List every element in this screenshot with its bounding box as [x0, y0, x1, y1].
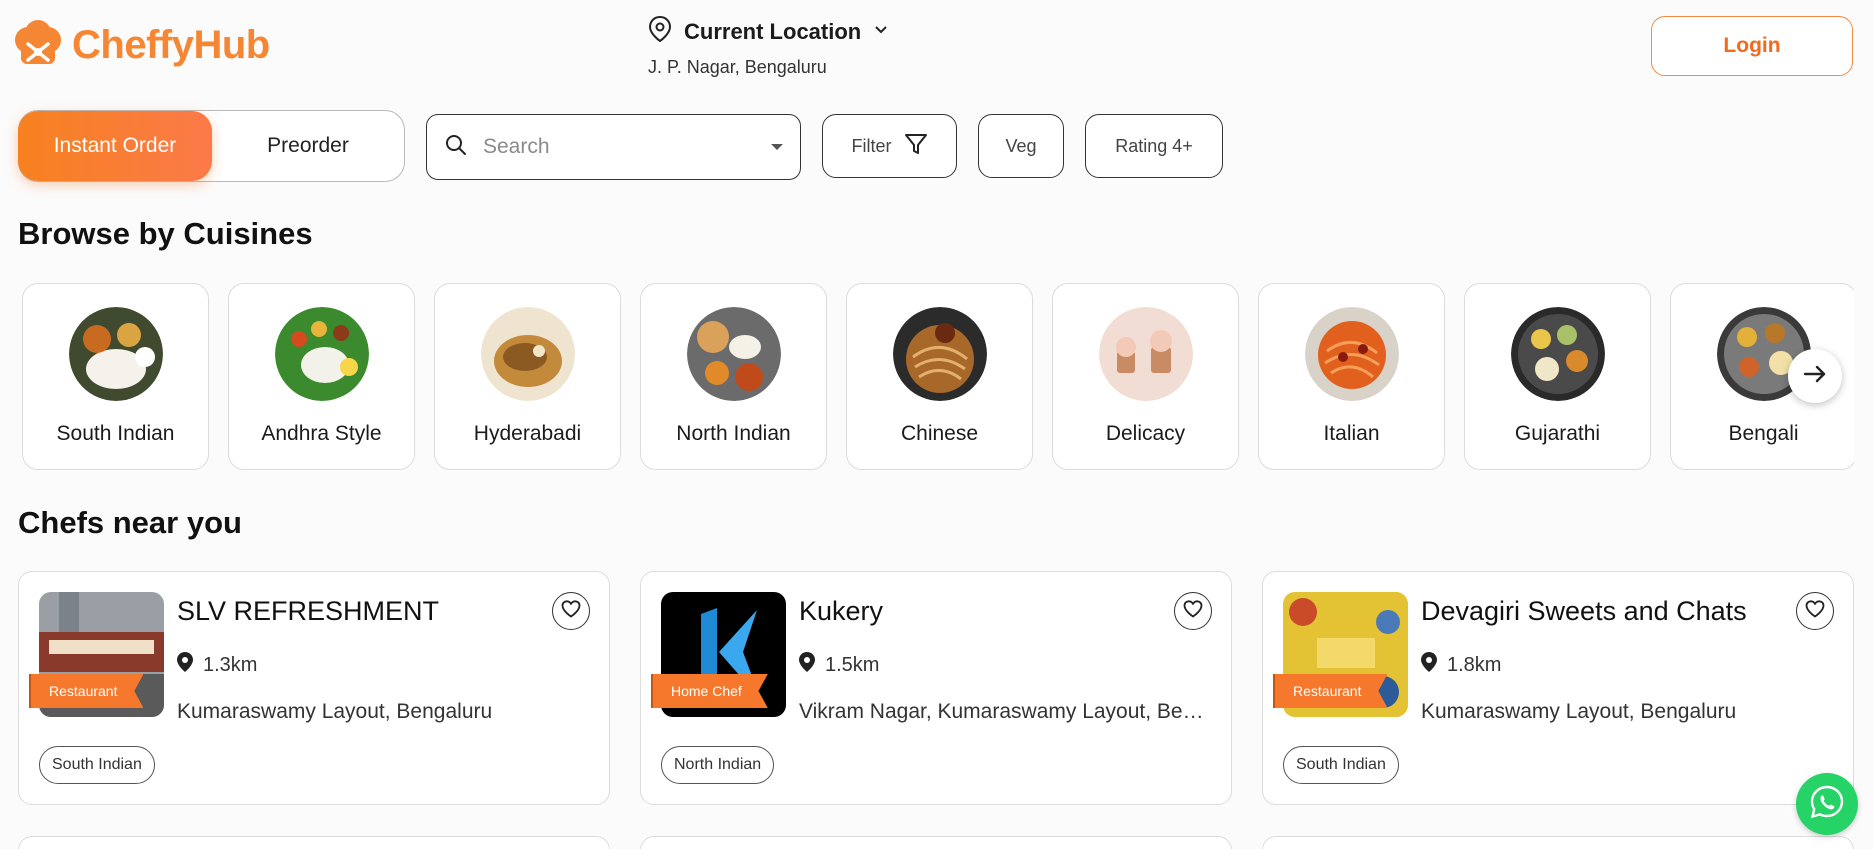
favorite-button[interactable] [552, 592, 590, 630]
chefs-section-title: Chefs near you [18, 505, 242, 540]
brand-logo[interactable]: CheffyHub [12, 20, 270, 70]
chef-address: Kumaraswamy Layout, Bengaluru [177, 700, 493, 723]
location-address: J. P. Nagar, Bengaluru [648, 57, 827, 77]
preorder-tab[interactable]: Preorder [212, 134, 404, 158]
chevron-down-icon[interactable] [873, 23, 889, 41]
cuisines-section-title: Browse by Cuisines [18, 216, 313, 251]
chef-type-badge: Home Chef [651, 674, 768, 708]
cuisine-name: Gujarathi [1514, 422, 1601, 445]
cuisine-card-chinese[interactable]: Chinese [846, 283, 1033, 470]
map-pin-icon [177, 652, 193, 678]
chef-distance: 1.3km [177, 652, 257, 678]
cuisine-name: Andhra Style [261, 422, 382, 445]
favorite-button[interactable] [1174, 592, 1212, 630]
cuisine-card-andhra-style[interactable]: Andhra Style [228, 283, 415, 470]
chef-address: Kumaraswamy Layout, Bengaluru [1421, 700, 1737, 723]
location-pin-icon [648, 15, 672, 47]
cuisine-image [1099, 307, 1193, 401]
search-icon [445, 134, 467, 161]
heart-icon [561, 599, 581, 623]
favorite-button[interactable] [1796, 592, 1834, 630]
veg-filter-button[interactable]: Veg [978, 114, 1064, 178]
distance-value: 1.8km [1447, 653, 1502, 676]
chef-hat-logo-icon [12, 20, 64, 70]
cuisine-name: Delicacy [1105, 422, 1186, 445]
search-input[interactable] [483, 135, 754, 159]
cuisine-tag: North Indian [661, 746, 775, 784]
cuisine-carousel: South Indian Andhra Style Hyderabadi Nor… [22, 283, 1854, 471]
chef-card-devagiri-sweets[interactable]: Restaurant Devagiri Sweets and Chats 1.8… [1262, 571, 1854, 805]
whatsapp-chat-button[interactable] [1796, 773, 1858, 835]
heart-icon [1805, 599, 1825, 623]
whatsapp-icon [1809, 784, 1845, 825]
filter-label: Filter [851, 135, 892, 156]
filter-button[interactable]: Filter [822, 114, 957, 178]
cuisine-name: Hyderabadi [473, 422, 582, 445]
cuisine-card-north-indian[interactable]: North Indian [640, 283, 827, 470]
cuisine-name: Italian [1323, 422, 1380, 445]
cuisine-tag: South Indian [1283, 746, 1399, 784]
login-button[interactable]: Login [1651, 16, 1853, 76]
chef-distance: 1.5km [799, 652, 879, 678]
brand-name: CheffyHub [72, 22, 270, 67]
arrow-right-icon [1803, 364, 1827, 389]
cuisine-image [893, 307, 987, 401]
chef-card-partial[interactable] [1262, 836, 1854, 849]
chef-name: Devagiri Sweets and Chats [1421, 596, 1747, 626]
cuisine-card-delicacy[interactable]: Delicacy [1052, 283, 1239, 470]
cuisine-tag: South Indian [39, 746, 155, 784]
cuisine-image [481, 307, 575, 401]
chef-card-partial[interactable] [640, 836, 1232, 849]
chef-type-badge: Restaurant [29, 674, 144, 708]
chef-name: SLV REFRESHMENT [177, 596, 440, 626]
chef-card-kukery[interactable]: Home Chef Kukery 1.5km Vikram Nagar, Kum… [640, 571, 1232, 805]
chef-distance: 1.8km [1421, 652, 1501, 678]
heart-icon [1183, 599, 1203, 623]
cuisine-card-south-indian[interactable]: South Indian [22, 283, 209, 470]
distance-value: 1.5km [825, 653, 880, 676]
cuisine-name: North Indian [676, 422, 791, 445]
cuisine-image [1305, 307, 1399, 401]
instant-order-tab[interactable]: Instant Order [18, 111, 212, 181]
location-selector[interactable]: Current Location J. P. Nagar, Bengaluru [648, 15, 889, 78]
chef-address: Vikram Nagar, Kumaraswamy Layout, Bengal… [799, 700, 1215, 723]
carousel-next-button[interactable] [1788, 349, 1842, 403]
chef-card-partial[interactable] [18, 836, 610, 849]
chef-name: Kukery [799, 596, 884, 626]
cuisine-name: Bengali [1728, 422, 1799, 445]
distance-value: 1.3km [203, 653, 258, 676]
chef-type-badge: Restaurant [1273, 674, 1388, 708]
map-pin-icon [1421, 652, 1437, 678]
caret-down-icon[interactable] [770, 138, 784, 156]
cuisine-image [687, 307, 781, 401]
cuisine-card-italian[interactable]: Italian [1258, 283, 1445, 470]
order-type-toggle[interactable]: Instant Order Preorder [18, 110, 405, 182]
funnel-icon [904, 132, 928, 161]
cuisine-image [1511, 307, 1605, 401]
rating-filter-button[interactable]: Rating 4+ [1085, 114, 1223, 178]
cuisine-card-hyderabadi[interactable]: Hyderabadi [434, 283, 621, 470]
map-pin-icon [799, 652, 815, 678]
cuisine-card-gujarathi[interactable]: Gujarathi [1464, 283, 1651, 470]
cuisine-name: Chinese [900, 422, 979, 445]
search-box[interactable] [426, 114, 801, 180]
location-title: Current Location [684, 18, 862, 44]
chef-card-slv-refreshment[interactable]: Restaurant SLV REFRESHMENT 1.3km Kumaras… [18, 571, 610, 805]
cuisine-image [275, 307, 369, 401]
cuisine-name: South Indian [56, 422, 175, 445]
cuisine-image [69, 307, 163, 401]
